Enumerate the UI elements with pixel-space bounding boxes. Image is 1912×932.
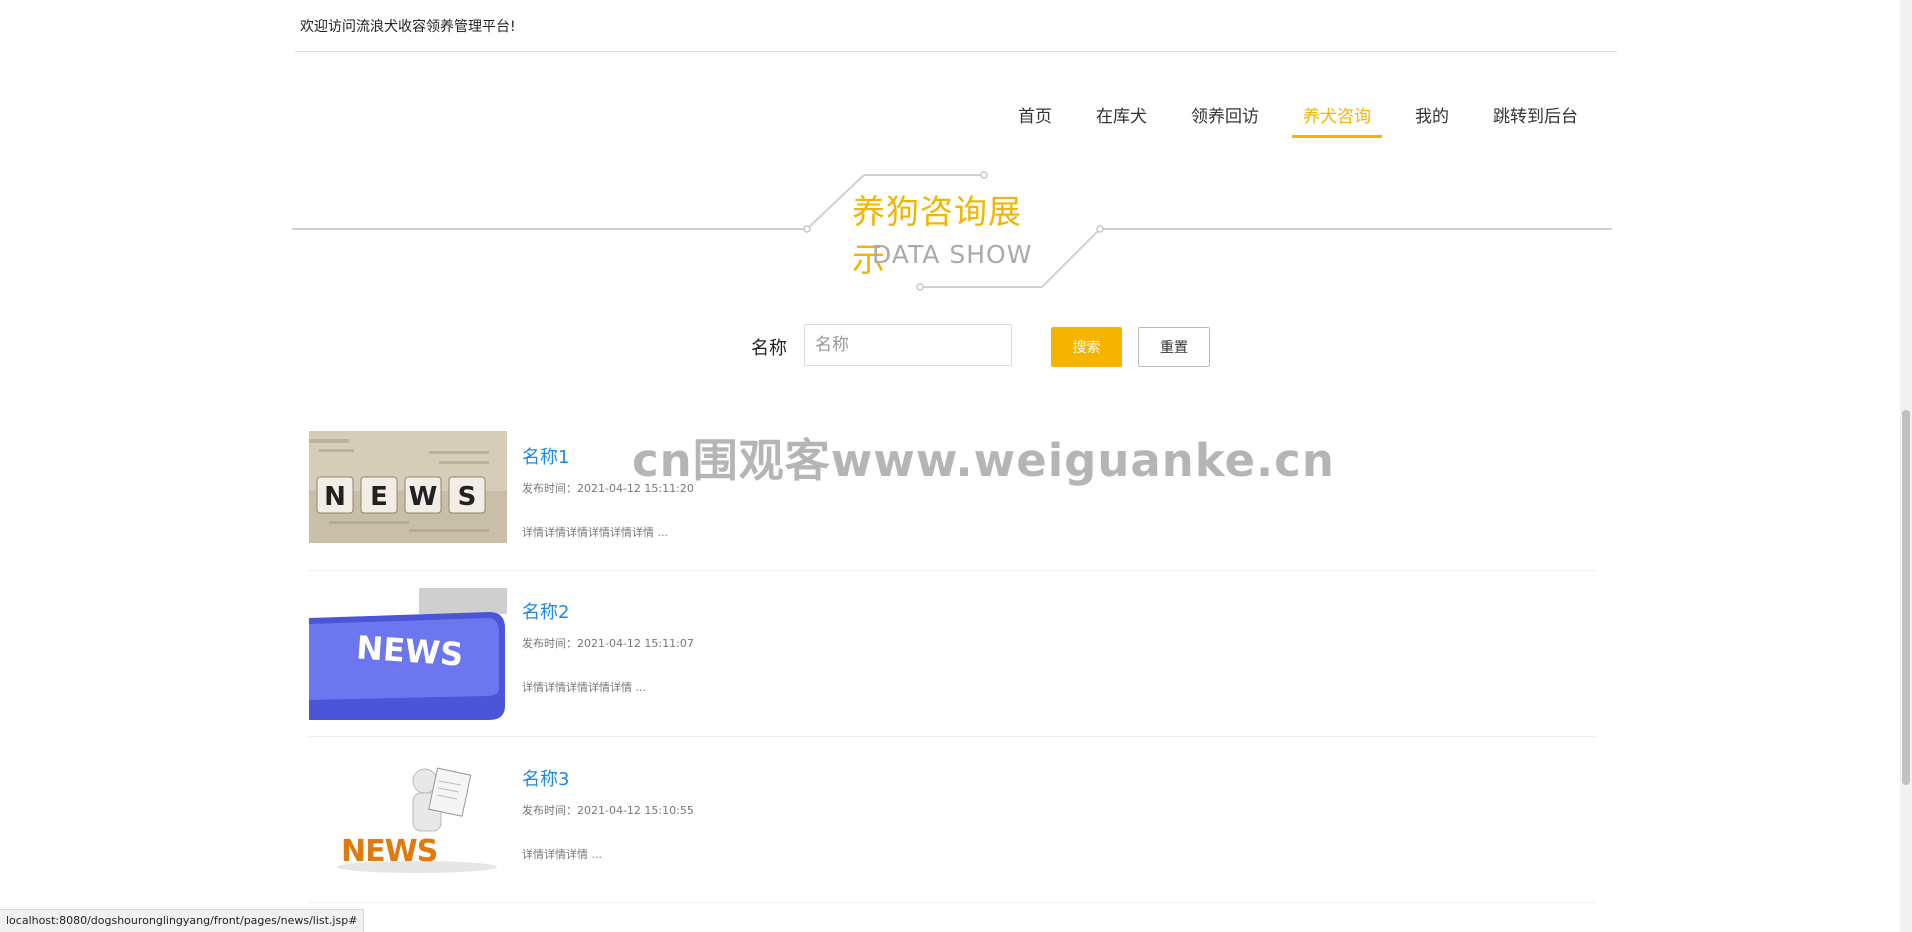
nav-item-adoption-visits[interactable]: 领养回访 <box>1180 104 1270 138</box>
news-title[interactable]: 名称2 <box>522 598 569 624</box>
news-title[interactable]: 名称3 <box>522 765 569 791</box>
page-scrollbar[interactable] <box>1900 0 1912 932</box>
nav-item-admin[interactable]: 跳转到后台 <box>1482 104 1589 138</box>
watermark-text: cn围观客www.weiguanke.cn <box>632 434 1335 487</box>
news-item[interactable]: NEWS 名称3 发布时间：2021-04-12 15:10:55 详情详情详情… <box>309 755 1595 903</box>
news-thumbnail[interactable]: NEWS <box>309 431 507 543</box>
scrollbar-thumb[interactable] <box>1902 410 1910 785</box>
nav-item-mine[interactable]: 我的 <box>1404 104 1460 138</box>
main-nav: 首页 在库犬 领养回访 养犬咨询 我的 跳转到后台 <box>985 104 1589 138</box>
svg-text:NEWS: NEWS <box>355 628 464 673</box>
svg-text:W: W <box>409 482 438 512</box>
news-title[interactable]: 名称1 <box>522 443 569 469</box>
news-item[interactable]: NEWS 名称2 发布时间：2021-04-12 15:11:07 详情详情详情… <box>309 588 1595 737</box>
svg-text:N: N <box>324 482 346 512</box>
svg-text:E: E <box>370 482 388 512</box>
news-thumbnail[interactable]: NEWS <box>309 755 507 887</box>
search-label: 名称 <box>751 338 787 359</box>
news-time: 发布时间：2021-04-12 15:11:07 <box>522 637 694 650</box>
section-subtitle: DATA SHOW <box>872 240 1033 269</box>
nav-item-dogs-in-stock[interactable]: 在库犬 <box>1085 104 1158 138</box>
news-description: 详情详情详情 ... <box>522 848 602 861</box>
news-description: 详情详情详情详情详情详情 ... <box>522 526 668 539</box>
welcome-text: 欢迎访问流浪犬收容领养管理平台! <box>300 19 516 35</box>
news-thumbnail[interactable]: NEWS <box>309 588 507 720</box>
search-button[interactable]: 搜索 <box>1051 327 1122 367</box>
nav-item-home[interactable]: 首页 <box>1007 104 1063 138</box>
page: 欢迎访问流浪犬收容领养管理平台! 首页 在库犬 领养回访 养犬咨询 我的 跳转到… <box>0 0 1912 932</box>
reset-button[interactable]: 重置 <box>1138 327 1210 367</box>
svg-text:NEWS: NEWS <box>341 834 437 869</box>
nav-item-dog-consulting[interactable]: 养犬咨询 <box>1292 104 1382 138</box>
news-time: 发布时间：2021-04-12 15:10:55 <box>522 804 694 817</box>
browser-status-bar: localhost:8080/dogshouronglingyang/front… <box>0 909 365 932</box>
news-description: 详情详情详情详情详情 ... <box>522 681 646 694</box>
search-input[interactable] <box>804 324 1012 366</box>
top-divider <box>295 51 1617 52</box>
svg-text:S: S <box>458 482 477 512</box>
